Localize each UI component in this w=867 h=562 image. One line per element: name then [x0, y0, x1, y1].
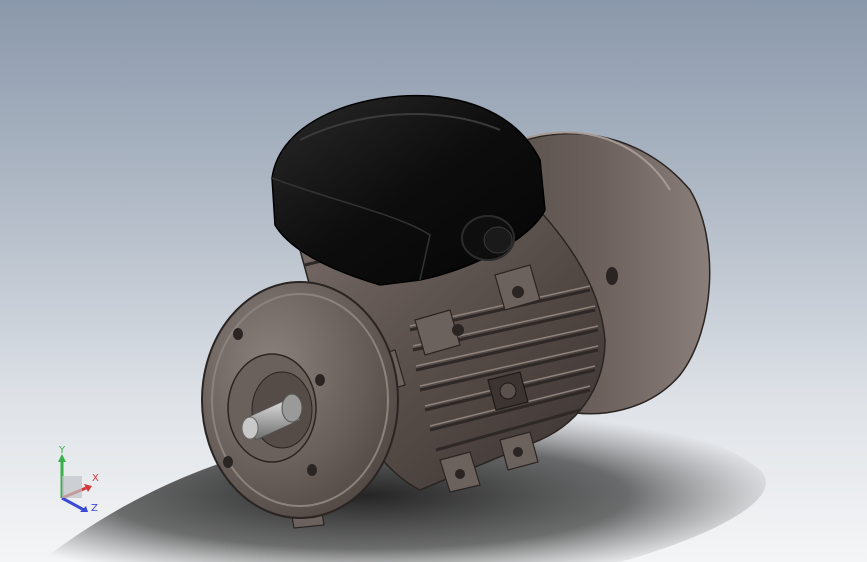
motor-model[interactable] — [0, 0, 867, 562]
triad-y-label: Y — [59, 445, 66, 456]
shaft-end — [241, 416, 259, 440]
rear-bolt-hole — [606, 267, 618, 285]
cable-gland-inner — [483, 226, 513, 254]
orientation-triad[interactable]: Y X Z — [48, 446, 108, 520]
nameplate-center — [499, 382, 517, 400]
graphics-viewport[interactable]: Y X Z — [0, 0, 867, 562]
triad-origin — [62, 476, 82, 498]
triad-x-label: X — [92, 473, 99, 484]
triad-axes — [58, 454, 92, 512]
triad-z-axis — [61, 496, 85, 512]
triad-z-label: Z — [91, 503, 98, 514]
shaft-collar — [281, 393, 303, 423]
